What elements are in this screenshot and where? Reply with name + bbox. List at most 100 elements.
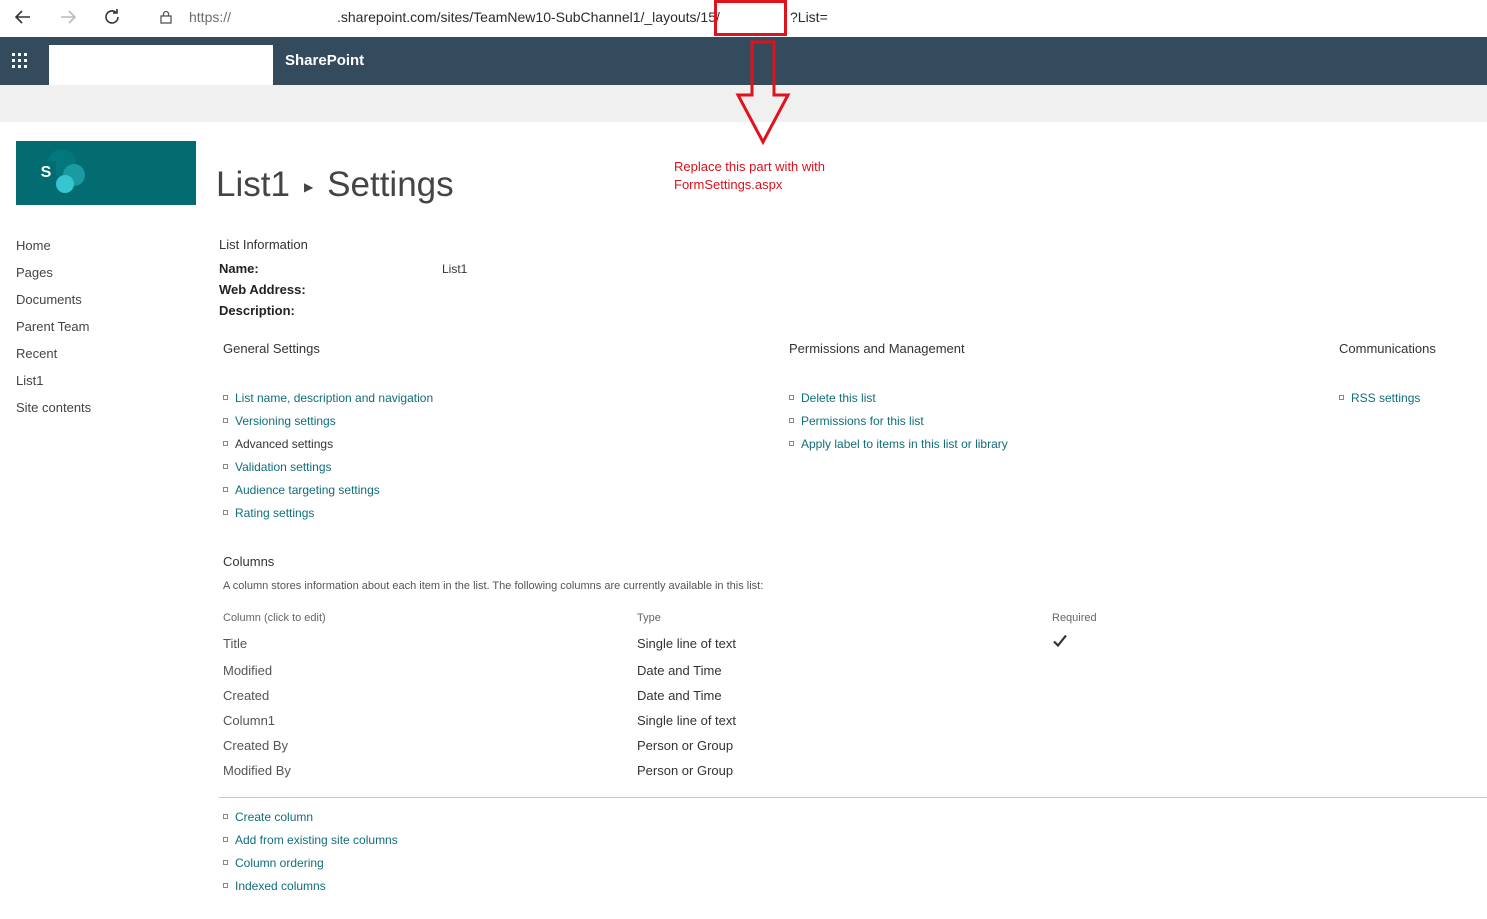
column-name-header: Column (click to edit) [223,612,326,624]
column-name-link[interactable]: Created By [223,738,288,753]
breadcrumb-list-name[interactable]: List1 [216,165,290,204]
list-name-description-link[interactable]: List name, description and navigation [223,386,433,409]
table-row: Title Single line of text [0,634,1487,661]
back-button[interactable] [10,4,36,30]
link-label: List name, description and navigation [235,390,434,405]
nav-item-parent-team[interactable]: Parent Team [16,317,91,344]
column-type: Single line of text [637,713,737,728]
back-arrow-icon [14,10,30,24]
site-logo[interactable]: S [16,141,196,205]
bullet-icon [223,395,228,400]
indexed-columns-link[interactable]: Indexed columns [223,874,398,897]
column-name-link[interactable]: Created [223,688,269,703]
bullet-icon [789,418,794,423]
nav-item-documents[interactable]: Documents [16,290,91,317]
bullet-icon [789,441,794,446]
app-launcher-button[interactable] [0,37,40,85]
columns-description: A column stores information about each i… [223,580,764,592]
column-type: Single line of text [637,636,737,651]
link-label: Add from existing site columns [235,832,398,847]
bullet-icon [223,441,228,446]
link-label: Apply label to items in this list or lib… [801,436,1008,451]
link-label: Delete this list [801,390,876,405]
logo-letter: S [41,164,52,181]
sharepoint-logo-icon: S [36,149,85,193]
column-type-header: Type [637,612,661,624]
forward-arrow-icon [61,10,77,24]
breadcrumb-settings: Settings [327,165,454,204]
link-label: RSS settings [1351,390,1421,405]
bullet-icon [223,860,228,865]
link-label: Versioning settings [235,413,336,428]
bullet-icon [223,487,228,492]
column-type: Person or Group [637,763,734,778]
link-label: Column ordering [235,855,324,870]
nav-item-pages[interactable]: Pages [16,263,91,290]
versioning-settings-link[interactable]: Versioning settings [223,409,433,432]
bullet-icon [1339,395,1344,400]
bullet-icon [789,395,794,400]
forward-button[interactable] [55,4,81,30]
table-row: Modified By Person or Group [0,763,1487,788]
column-type: Date and Time [637,688,722,703]
rss-settings-link[interactable]: RSS settings [1339,386,1420,409]
breadcrumb-separator-icon: ▶ [303,179,314,194]
apply-label-link[interactable]: Apply label to items in this list or lib… [789,432,1008,455]
table-row: Created By Person or Group [0,738,1487,763]
url-path: .sharepoint.com/sites/TeamNew10-SubChann… [337,9,720,25]
columns-divider [219,797,1487,798]
link-label: Advanced settings [235,436,334,451]
refresh-button[interactable] [99,4,125,30]
nav-item-list1[interactable]: List1 [16,371,91,398]
columns-heading: Columns [223,554,275,569]
list-info-heading: List Information [219,237,308,252]
waffle-icon [12,53,27,68]
name-label: Name: [219,261,259,276]
url-prefix: https:// [189,9,232,25]
create-column-link[interactable]: Create column [223,805,398,828]
audience-targeting-settings-link[interactable]: Audience targeting settings [223,478,433,501]
page-title: List1 ▶ Settings [216,165,454,205]
nav-item-recent[interactable]: Recent [16,344,91,371]
nav-item-site-contents[interactable]: Site contents [16,398,91,425]
annotation-note: Replace this part with with FormSettings… [674,158,825,194]
suite-title[interactable]: SharePoint [285,52,364,69]
column-name-link[interactable]: Column1 [223,713,275,728]
link-label: Audience targeting settings [235,482,380,497]
lock-icon [160,10,172,24]
name-value: List1 [442,262,468,276]
link-label: Indexed columns [235,878,326,893]
communications-heading: Communications [1339,341,1436,356]
rating-settings-link[interactable]: Rating settings [223,501,433,524]
column-name-link[interactable]: Modified By [223,763,291,778]
column-name-link[interactable]: Modified [223,663,272,678]
advanced-settings-link[interactable]: Advanced settings [223,432,433,455]
table-row: Modified Date and Time [0,663,1487,688]
general-settings-links: List name, description and navigation Ve… [223,386,433,524]
list-permissions-link[interactable]: Permissions for this list [789,409,1008,432]
add-existing-site-columns-link[interactable]: Add from existing site columns [223,828,398,851]
web-address-label: Web Address: [219,282,306,297]
general-settings-heading: General Settings [223,341,320,356]
bullet-icon [223,883,228,888]
column-name-link[interactable]: Title [223,636,247,651]
validation-settings-link[interactable]: Validation settings [223,455,433,478]
bullet-icon [223,510,228,515]
bullet-icon [223,464,228,469]
delete-list-link[interactable]: Delete this list [789,386,1008,409]
address-bar[interactable]: https:// .sharepoint.com/sites/TeamNew10… [140,3,1487,31]
nav-item-home[interactable]: Home [16,236,91,263]
bullet-icon [223,418,228,423]
column-type: Date and Time [637,663,722,678]
link-label: Validation settings [235,459,332,474]
permissions-links: Delete this list Permissions for this li… [789,386,1008,455]
left-navigation: Home Pages Documents Parent Team Recent … [16,236,91,425]
redacted-tenant-area [49,45,273,85]
column-type: Person or Group [637,738,734,753]
bullet-icon [223,837,228,842]
table-row: Column1 Single line of text [0,713,1487,738]
description-label: Description: [219,303,295,318]
link-label: Permissions for this list [801,413,924,428]
bullet-icon [223,814,228,819]
column-ordering-link[interactable]: Column ordering [223,851,398,874]
